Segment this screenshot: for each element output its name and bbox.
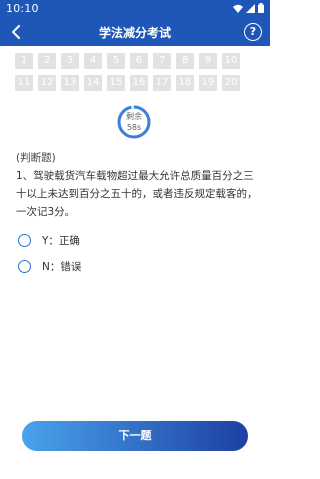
question-number-cell[interactable]: 9 <box>199 53 217 69</box>
timer-value: 58s <box>126 123 142 132</box>
question-number-cell[interactable]: 2 <box>38 53 56 69</box>
radio-unchecked-icon[interactable] <box>18 260 31 273</box>
option-yes[interactable]: Y：正确 <box>18 233 80 248</box>
question-number-cell[interactable]: 19 <box>199 75 217 91</box>
timer-label: 剩余 <box>126 112 142 121</box>
question-number-cell[interactable]: 8 <box>176 53 194 69</box>
question-number-cell[interactable]: 13 <box>61 75 79 91</box>
question-number-cell[interactable]: 11 <box>15 75 33 91</box>
question-number-cell[interactable]: 16 <box>130 75 148 91</box>
signal-icon <box>246 3 255 13</box>
question-number-cell[interactable]: 20 <box>222 75 240 91</box>
question-text: 1、驾驶载货汽车载物超过最大允许总质量百分之三十以上未达到百分之五十的，或者违反… <box>16 170 258 218</box>
question-number-grid: 1 2 3 4 5 6 7 8 9 10 11 12 13 14 15 16 17 18 19 20 <box>15 53 245 91</box>
radio-unchecked-icon[interactable] <box>18 234 31 247</box>
question-number-cell[interactable]: 15 <box>107 75 125 91</box>
question-number-cell[interactable]: 3 <box>61 53 79 69</box>
question-number-cell[interactable]: 14 <box>84 75 102 91</box>
option-no[interactable]: N：错误 <box>18 259 81 274</box>
option-label: Y：正确 <box>42 235 80 247</box>
app-bar: 学法减分考试 ? <box>0 18 270 46</box>
help-button[interactable]: ? <box>244 23 262 41</box>
question-number-cell[interactable]: 1 <box>15 53 33 69</box>
status-bar: 10:10 <box>0 0 270 18</box>
wifi-icon <box>233 4 243 13</box>
question-number-cell[interactable]: 7 <box>153 53 171 69</box>
question-type: (判断题) <box>16 152 56 164</box>
question-number-cell[interactable]: 4 <box>84 53 102 69</box>
question-number-cell[interactable]: 6 <box>130 53 148 69</box>
page-title: 学法减分考试 <box>98 26 171 40</box>
option-label: N：错误 <box>42 261 82 273</box>
question-number-cell[interactable]: 5 <box>107 53 125 69</box>
question-number-cell[interactable]: 12 <box>38 75 56 91</box>
question-number-cell[interactable]: 10 <box>222 53 240 69</box>
countdown-timer: 剩余 58s <box>116 104 152 140</box>
next-question-button[interactable]: 下一题 <box>22 421 248 451</box>
question-number-cell[interactable]: 18 <box>176 75 194 91</box>
question-number-cell[interactable]: 17 <box>153 75 171 91</box>
status-time: 10:10 <box>6 2 39 15</box>
battery-icon <box>258 3 264 13</box>
